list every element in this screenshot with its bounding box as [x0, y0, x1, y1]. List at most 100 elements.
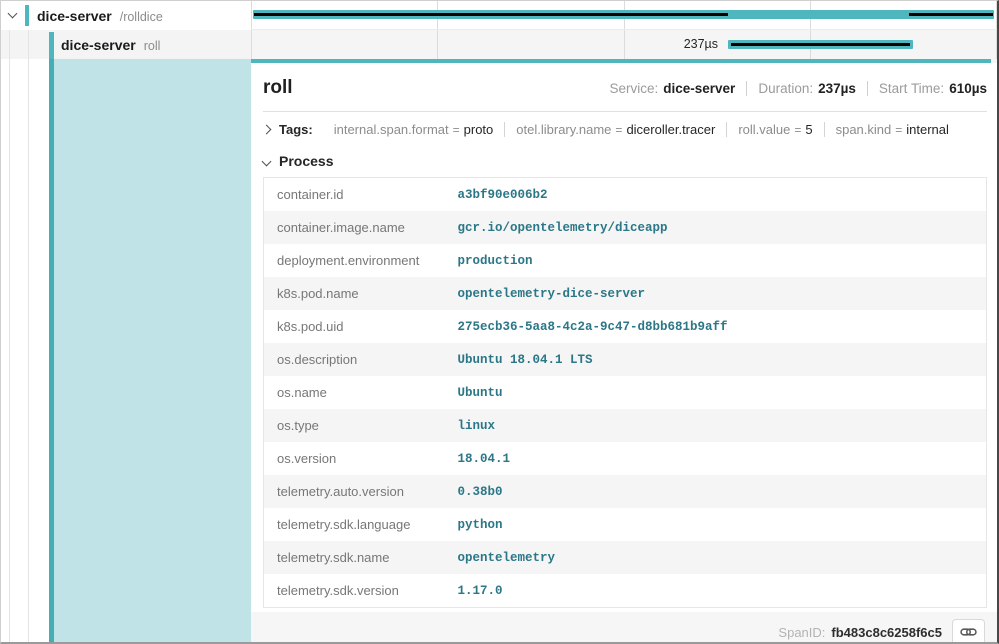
span-detail-header: roll Service: dice-server Duration: 237µ…	[263, 63, 987, 112]
equals-sign: =	[611, 123, 626, 137]
tag-key: span.kind	[836, 122, 892, 137]
jaeger-trace-view: dice-server /rolldice dice-server roll 2…	[0, 0, 999, 644]
indent-guide	[28, 59, 29, 642]
duration-value: 237µs	[818, 81, 856, 96]
kv-key: os.version	[264, 442, 445, 475]
tag-value: proto	[464, 122, 494, 137]
tag-item: roll.value=5	[726, 122, 823, 137]
tag-value: diceroller.tracer	[626, 122, 715, 137]
table-row: telemetry.sdk.nameopentelemetry	[264, 541, 987, 574]
span-row-parent-name[interactable]: dice-server /rolldice	[1, 1, 251, 30]
collapse-chevron-icon[interactable]	[8, 9, 18, 19]
span-bar-child[interactable]	[728, 40, 913, 49]
process-accordion[interactable]: Process	[263, 146, 987, 177]
operation-name: /rolldice	[120, 10, 163, 24]
chevron-down-icon	[262, 156, 272, 166]
timeline-row-child[interactable]: 237µs	[251, 30, 997, 59]
process-label: Process	[279, 153, 333, 169]
table-row: telemetry.sdk.languagepython	[264, 508, 987, 541]
start-time-value: 610µs	[949, 81, 987, 96]
span-color-bar	[25, 5, 29, 26]
table-row: container.ida3bf90e006b2	[264, 178, 987, 212]
kv-key: telemetry.sdk.name	[264, 541, 445, 574]
equals-sign: =	[449, 123, 464, 137]
tag-value: internal	[906, 122, 949, 137]
table-row: telemetry.auto.version0.38b0	[264, 475, 987, 508]
kv-value: python	[445, 508, 987, 541]
kv-key: telemetry.sdk.language	[264, 508, 445, 541]
tags-accordion[interactable]: Tags: internal.span.format=proto otel.li…	[263, 112, 987, 146]
link-icon	[960, 625, 977, 639]
tag-value: 5	[805, 122, 812, 137]
table-row: k8s.pod.uid275ecb36-5aa8-4c2a-9c47-d8bb6…	[264, 310, 987, 343]
timeline-row-parent[interactable]	[251, 1, 997, 30]
tag-item: internal.span.format=proto	[323, 122, 505, 137]
selected-span-highlight-column	[1, 59, 251, 642]
kv-value: opentelemetry-dice-server	[445, 277, 987, 310]
table-row: telemetry.sdk.version1.17.0	[264, 574, 987, 608]
table-row: deployment.environmentproduction	[264, 244, 987, 277]
service-value: dice-server	[663, 81, 735, 96]
table-row: os.version18.04.1	[264, 442, 987, 475]
kv-value: linux	[445, 409, 987, 442]
span-meta: Service: dice-server Duration: 237µs Sta…	[609, 81, 987, 96]
kv-value: a3bf90e006b2	[445, 178, 987, 212]
spanid-label: SpanID:	[778, 625, 825, 640]
kv-key: container.image.name	[264, 211, 445, 244]
tag-key: roll.value	[738, 122, 790, 137]
indent-guide	[9, 30, 10, 59]
table-row: k8s.pod.nameopentelemetry-dice-server	[264, 277, 987, 310]
tag-item: otel.library.name=diceroller.tracer	[504, 122, 726, 137]
indent-guide	[28, 30, 29, 59]
kv-value: 275ecb36-5aa8-4c2a-9c47-d8bb681b9aff	[445, 310, 987, 343]
service-name: dice-server	[37, 8, 112, 24]
table-row: os.nameUbuntu	[264, 376, 987, 409]
equals-sign: =	[790, 123, 805, 137]
kv-value: 1.17.0	[445, 574, 987, 608]
service-label: Service:	[609, 81, 658, 96]
divider	[867, 81, 868, 96]
tags-label: Tags:	[279, 122, 313, 137]
span-duration-label: 237µs	[684, 37, 718, 51]
span-detail-footer: SpanID: fb483c8c6258f6c5	[251, 612, 997, 644]
table-row: os.typelinux	[264, 409, 987, 442]
kv-key: telemetry.sdk.version	[264, 574, 445, 608]
span-color-bar	[49, 32, 54, 59]
spanid-value: fb483c8c6258f6c5	[831, 625, 942, 640]
span-row-child-name[interactable]: dice-server roll	[1, 30, 251, 59]
process-key-value-table: container.ida3bf90e006b2 container.image…	[263, 177, 987, 608]
span-title: roll	[263, 77, 293, 99]
span-bar-parent[interactable]	[253, 10, 994, 19]
kv-value: 0.38b0	[445, 475, 987, 508]
equals-sign: =	[891, 123, 906, 137]
divider	[746, 81, 747, 96]
kv-value: 18.04.1	[445, 442, 987, 475]
duration-label: Duration:	[758, 81, 813, 96]
start-time-label: Start Time:	[879, 81, 944, 96]
critical-path-segment	[731, 43, 910, 46]
span-color-bar	[49, 59, 54, 642]
span-detail-card: roll Service: dice-server Duration: 237µ…	[251, 63, 997, 612]
kv-key: k8s.pod.uid	[264, 310, 445, 343]
span-detail-accent-bar	[251, 59, 991, 63]
table-row: os.descriptionUbuntu 18.04.1 LTS	[264, 343, 987, 376]
kv-key: k8s.pod.name	[264, 277, 445, 310]
kv-value: production	[445, 244, 987, 277]
copy-link-button[interactable]	[952, 619, 985, 644]
kv-value: gcr.io/opentelemetry/diceapp	[445, 211, 987, 244]
kv-key: os.type	[264, 409, 445, 442]
kv-value: Ubuntu	[445, 376, 987, 409]
kv-key: os.description	[264, 343, 445, 376]
tag-key: internal.span.format	[334, 122, 449, 137]
kv-key: os.name	[264, 376, 445, 409]
tag-key: otel.library.name	[516, 122, 611, 137]
critical-path-segment	[254, 13, 728, 16]
indent-guide	[9, 59, 10, 642]
kv-key: container.id	[264, 178, 445, 212]
kv-key: telemetry.auto.version	[264, 475, 445, 508]
kv-value: opentelemetry	[445, 541, 987, 574]
critical-path-segment	[909, 13, 993, 16]
span-detail-panel: roll Service: dice-server Duration: 237µ…	[251, 59, 997, 642]
operation-name: roll	[144, 39, 161, 53]
service-name: dice-server	[61, 37, 136, 53]
